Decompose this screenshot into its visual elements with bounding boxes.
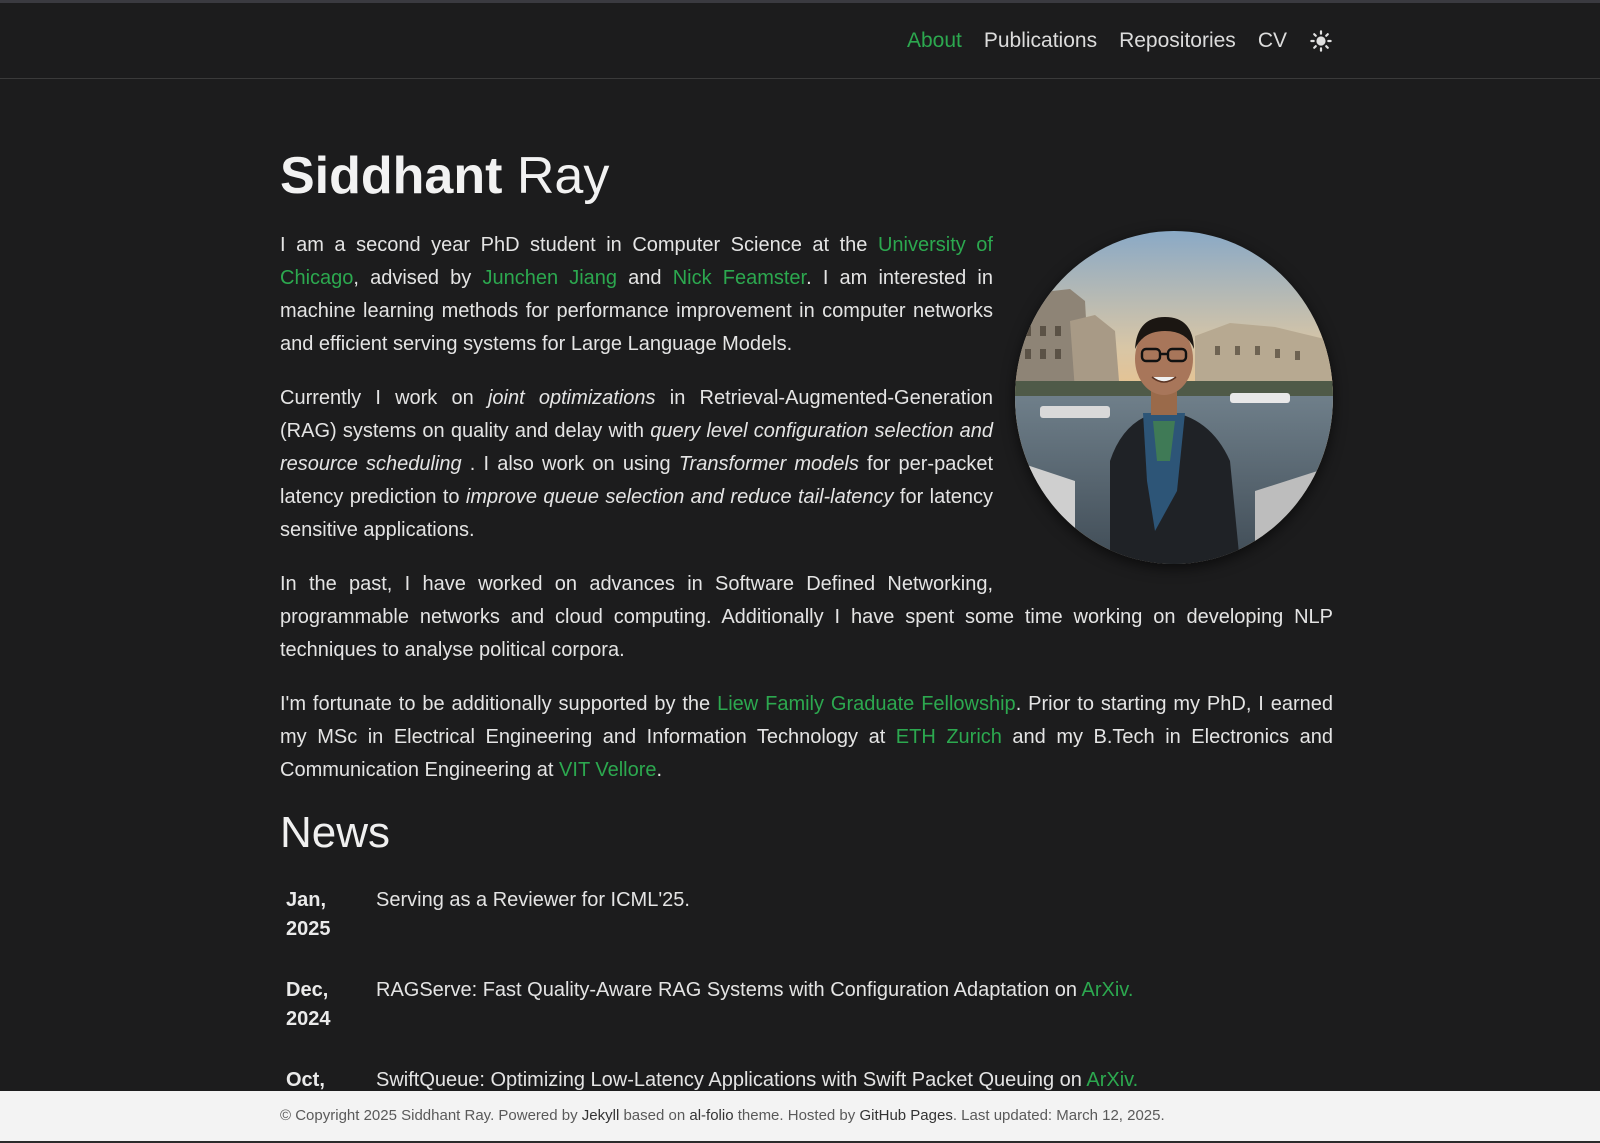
theme-toggle-sun-icon[interactable] bbox=[1309, 29, 1333, 53]
news-arxiv-link[interactable]: ArXiv. bbox=[1086, 1069, 1138, 1091]
nav-publications[interactable]: Publications bbox=[984, 29, 1097, 53]
link-junchen-jiang[interactable]: Junchen Jiang bbox=[482, 267, 617, 289]
text-segment: theme. Hosted by bbox=[733, 1107, 860, 1124]
news-arxiv-link[interactable]: ArXiv. bbox=[1082, 979, 1134, 1001]
emphasis-text: improve queue selection and reduce tail-… bbox=[465, 486, 894, 508]
news-text: RAGServe: Fast Quality-Aware RAG Systems… bbox=[370, 970, 1333, 1060]
news-text: Serving as a Reviewer for ICML'25. bbox=[370, 880, 1333, 970]
text-segment: , advised by bbox=[353, 267, 483, 289]
news-date: Dec, 2024 bbox=[286, 979, 331, 1030]
footer-link-github-pages[interactable]: GitHub Pages bbox=[859, 1107, 952, 1124]
news-text-content: SwiftQueue: Optimizing Low-Latency Appli… bbox=[376, 1069, 1087, 1091]
footer-last-updated: . Last updated: March 12, 2025. bbox=[952, 1107, 1165, 1124]
news-row: Dec, 2024 RAGServe: Fast Quality-Aware R… bbox=[280, 970, 1333, 1060]
news-heading: News bbox=[280, 808, 391, 857]
nav-menu: About Publications Repositories CV bbox=[907, 29, 1333, 53]
navbar: About Publications Repositories CV bbox=[0, 3, 1600, 79]
title-first-name: Siddhant bbox=[280, 147, 503, 205]
footer-link-al-folio[interactable]: al-folio bbox=[689, 1107, 733, 1124]
text-segment: . bbox=[656, 759, 663, 781]
link-eth-zurich[interactable]: ETH Zurich bbox=[896, 726, 1002, 748]
footer: © Copyright 2025 Siddhant Ray. Powered b… bbox=[0, 1091, 1600, 1141]
link-nick-feamster[interactable]: Nick Feamster bbox=[673, 267, 806, 289]
title-last-name: Ray bbox=[516, 147, 610, 205]
about-paragraph-4: I'm fortunate to be additionally support… bbox=[280, 688, 1333, 787]
text-segment: . I also work on using bbox=[461, 453, 679, 475]
news-text-content: RAGServe: Fast Quality-Aware RAG Systems… bbox=[376, 979, 1082, 1001]
nav-about[interactable]: About bbox=[907, 29, 962, 53]
nav-cv[interactable]: CV bbox=[1258, 29, 1287, 53]
nav-repositories[interactable]: Repositories bbox=[1119, 29, 1236, 53]
text-segment: I'm fortunate to be additionally support… bbox=[280, 693, 718, 715]
emphasis-text: Transformer models bbox=[678, 453, 859, 475]
text-segment: I am a second year PhD student in Comput… bbox=[280, 234, 878, 256]
text-segment: based on bbox=[619, 1107, 690, 1124]
text-segment: and bbox=[617, 267, 673, 289]
footer-copyright: © Copyright 2025 Siddhant Ray. Powered b… bbox=[280, 1107, 582, 1124]
news-text-content: Serving as a Reviewer for ICML'25. bbox=[376, 889, 690, 911]
profile-picture bbox=[1015, 231, 1333, 564]
footer-link-jekyll[interactable]: Jekyll bbox=[582, 1107, 620, 1124]
main-content: Siddhant Ray I am a second year PhD stud… bbox=[280, 145, 1333, 1121]
news-date: Jan, 2025 bbox=[286, 889, 331, 940]
page-title: Siddhant Ray bbox=[280, 145, 1333, 207]
emphasis-text: joint optimizations bbox=[487, 387, 656, 409]
text-segment: Currently I work on bbox=[280, 387, 488, 409]
avatar bbox=[1015, 231, 1333, 564]
link-vit-vellore[interactable]: VIT Vellore bbox=[559, 759, 656, 781]
news-row: Jan, 2025 Serving as a Reviewer for ICML… bbox=[280, 880, 1333, 970]
news-table: Jan, 2025 Serving as a Reviewer for ICML… bbox=[280, 880, 1333, 1121]
about-paragraph-3: In the past, I have worked on advances i… bbox=[280, 573, 1333, 661]
footer-text: © Copyright 2025 Siddhant Ray. Powered b… bbox=[280, 1107, 1165, 1124]
link-liew-fellowship[interactable]: Liew Family Graduate Fellowship bbox=[717, 693, 1016, 715]
